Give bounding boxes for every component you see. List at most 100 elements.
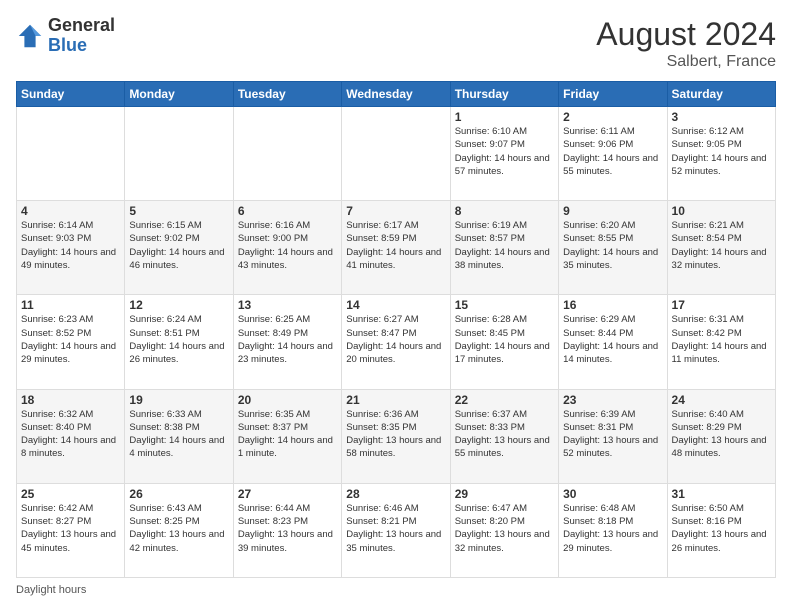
- day-info: Sunrise: 6:23 AM Sunset: 8:52 PM Dayligh…: [21, 313, 120, 366]
- footer-note: Daylight hours: [16, 584, 776, 596]
- day-info: Sunrise: 6:29 AM Sunset: 8:44 PM Dayligh…: [563, 313, 662, 366]
- calendar-week-row: 25Sunrise: 6:42 AM Sunset: 8:27 PM Dayli…: [17, 483, 776, 577]
- day-number: 18: [21, 393, 120, 407]
- calendar-table: SundayMondayTuesdayWednesdayThursdayFrid…: [16, 81, 776, 578]
- calendar-cell: 8Sunrise: 6:19 AM Sunset: 8:57 PM Daylig…: [450, 201, 558, 295]
- logo-blue-text: Blue: [48, 36, 115, 56]
- day-info: Sunrise: 6:15 AM Sunset: 9:02 PM Dayligh…: [129, 219, 228, 272]
- calendar-cell: 25Sunrise: 6:42 AM Sunset: 8:27 PM Dayli…: [17, 483, 125, 577]
- day-number: 17: [672, 298, 771, 312]
- day-number: 1: [455, 110, 554, 124]
- day-info: Sunrise: 6:39 AM Sunset: 8:31 PM Dayligh…: [563, 408, 662, 461]
- calendar-cell: 12Sunrise: 6:24 AM Sunset: 8:51 PM Dayli…: [125, 295, 233, 389]
- day-info: Sunrise: 6:11 AM Sunset: 9:06 PM Dayligh…: [563, 125, 662, 178]
- logo: General Blue: [16, 16, 115, 56]
- day-number: 2: [563, 110, 662, 124]
- day-info: Sunrise: 6:32 AM Sunset: 8:40 PM Dayligh…: [21, 408, 120, 461]
- calendar-cell: 27Sunrise: 6:44 AM Sunset: 8:23 PM Dayli…: [233, 483, 341, 577]
- day-info: Sunrise: 6:42 AM Sunset: 8:27 PM Dayligh…: [21, 502, 120, 555]
- calendar-cell: 5Sunrise: 6:15 AM Sunset: 9:02 PM Daylig…: [125, 201, 233, 295]
- page: General Blue August 2024 Salbert, France…: [0, 0, 792, 612]
- day-info: Sunrise: 6:31 AM Sunset: 8:42 PM Dayligh…: [672, 313, 771, 366]
- day-info: Sunrise: 6:24 AM Sunset: 8:51 PM Dayligh…: [129, 313, 228, 366]
- calendar-cell: 21Sunrise: 6:36 AM Sunset: 8:35 PM Dayli…: [342, 389, 450, 483]
- calendar-day-header: Monday: [125, 82, 233, 107]
- calendar-cell: 9Sunrise: 6:20 AM Sunset: 8:55 PM Daylig…: [559, 201, 667, 295]
- calendar-cell: 30Sunrise: 6:48 AM Sunset: 8:18 PM Dayli…: [559, 483, 667, 577]
- calendar-cell: 16Sunrise: 6:29 AM Sunset: 8:44 PM Dayli…: [559, 295, 667, 389]
- day-info: Sunrise: 6:43 AM Sunset: 8:25 PM Dayligh…: [129, 502, 228, 555]
- day-info: Sunrise: 6:19 AM Sunset: 8:57 PM Dayligh…: [455, 219, 554, 272]
- day-number: 8: [455, 204, 554, 218]
- day-info: Sunrise: 6:35 AM Sunset: 8:37 PM Dayligh…: [238, 408, 337, 461]
- day-info: Sunrise: 6:25 AM Sunset: 8:49 PM Dayligh…: [238, 313, 337, 366]
- calendar-cell: 24Sunrise: 6:40 AM Sunset: 8:29 PM Dayli…: [667, 389, 775, 483]
- calendar-cell: 18Sunrise: 6:32 AM Sunset: 8:40 PM Dayli…: [17, 389, 125, 483]
- day-info: Sunrise: 6:27 AM Sunset: 8:47 PM Dayligh…: [346, 313, 445, 366]
- calendar-week-row: 4Sunrise: 6:14 AM Sunset: 9:03 PM Daylig…: [17, 201, 776, 295]
- day-number: 6: [238, 204, 337, 218]
- day-number: 24: [672, 393, 771, 407]
- day-number: 3: [672, 110, 771, 124]
- day-number: 23: [563, 393, 662, 407]
- day-info: Sunrise: 6:48 AM Sunset: 8:18 PM Dayligh…: [563, 502, 662, 555]
- day-number: 28: [346, 487, 445, 501]
- logo-text: General Blue: [48, 16, 115, 56]
- calendar-cell: [342, 107, 450, 201]
- day-number: 20: [238, 393, 337, 407]
- day-info: Sunrise: 6:28 AM Sunset: 8:45 PM Dayligh…: [455, 313, 554, 366]
- day-number: 30: [563, 487, 662, 501]
- calendar-cell: 23Sunrise: 6:39 AM Sunset: 8:31 PM Dayli…: [559, 389, 667, 483]
- day-info: Sunrise: 6:40 AM Sunset: 8:29 PM Dayligh…: [672, 408, 771, 461]
- calendar-cell: 17Sunrise: 6:31 AM Sunset: 8:42 PM Dayli…: [667, 295, 775, 389]
- calendar-week-row: 11Sunrise: 6:23 AM Sunset: 8:52 PM Dayli…: [17, 295, 776, 389]
- calendar-cell: 26Sunrise: 6:43 AM Sunset: 8:25 PM Dayli…: [125, 483, 233, 577]
- day-number: 19: [129, 393, 228, 407]
- calendar-cell: 2Sunrise: 6:11 AM Sunset: 9:06 PM Daylig…: [559, 107, 667, 201]
- calendar-day-header: Wednesday: [342, 82, 450, 107]
- calendar-cell: 29Sunrise: 6:47 AM Sunset: 8:20 PM Dayli…: [450, 483, 558, 577]
- day-number: 31: [672, 487, 771, 501]
- calendar-header-row: SundayMondayTuesdayWednesdayThursdayFrid…: [17, 82, 776, 107]
- calendar-cell: 14Sunrise: 6:27 AM Sunset: 8:47 PM Dayli…: [342, 295, 450, 389]
- day-number: 22: [455, 393, 554, 407]
- calendar-cell: [17, 107, 125, 201]
- calendar-cell: 3Sunrise: 6:12 AM Sunset: 9:05 PM Daylig…: [667, 107, 775, 201]
- day-number: 14: [346, 298, 445, 312]
- day-number: 16: [563, 298, 662, 312]
- day-number: 4: [21, 204, 120, 218]
- title-block: August 2024 Salbert, France: [596, 16, 776, 71]
- day-info: Sunrise: 6:16 AM Sunset: 9:00 PM Dayligh…: [238, 219, 337, 272]
- calendar-cell: 13Sunrise: 6:25 AM Sunset: 8:49 PM Dayli…: [233, 295, 341, 389]
- calendar-cell: 6Sunrise: 6:16 AM Sunset: 9:00 PM Daylig…: [233, 201, 341, 295]
- calendar-cell: 28Sunrise: 6:46 AM Sunset: 8:21 PM Dayli…: [342, 483, 450, 577]
- calendar-cell: 11Sunrise: 6:23 AM Sunset: 8:52 PM Dayli…: [17, 295, 125, 389]
- calendar-cell: 22Sunrise: 6:37 AM Sunset: 8:33 PM Dayli…: [450, 389, 558, 483]
- day-info: Sunrise: 6:46 AM Sunset: 8:21 PM Dayligh…: [346, 502, 445, 555]
- day-number: 25: [21, 487, 120, 501]
- calendar-day-header: Saturday: [667, 82, 775, 107]
- calendar-cell: [233, 107, 341, 201]
- calendar-cell: 4Sunrise: 6:14 AM Sunset: 9:03 PM Daylig…: [17, 201, 125, 295]
- calendar-day-header: Thursday: [450, 82, 558, 107]
- day-number: 29: [455, 487, 554, 501]
- day-info: Sunrise: 6:33 AM Sunset: 8:38 PM Dayligh…: [129, 408, 228, 461]
- calendar-week-row: 1Sunrise: 6:10 AM Sunset: 9:07 PM Daylig…: [17, 107, 776, 201]
- calendar-cell: [125, 107, 233, 201]
- day-info: Sunrise: 6:36 AM Sunset: 8:35 PM Dayligh…: [346, 408, 445, 461]
- calendar-week-row: 18Sunrise: 6:32 AM Sunset: 8:40 PM Dayli…: [17, 389, 776, 483]
- day-number: 15: [455, 298, 554, 312]
- day-info: Sunrise: 6:47 AM Sunset: 8:20 PM Dayligh…: [455, 502, 554, 555]
- day-number: 26: [129, 487, 228, 501]
- day-number: 12: [129, 298, 228, 312]
- day-info: Sunrise: 6:12 AM Sunset: 9:05 PM Dayligh…: [672, 125, 771, 178]
- calendar-day-header: Sunday: [17, 82, 125, 107]
- day-info: Sunrise: 6:44 AM Sunset: 8:23 PM Dayligh…: [238, 502, 337, 555]
- day-info: Sunrise: 6:14 AM Sunset: 9:03 PM Dayligh…: [21, 219, 120, 272]
- calendar-cell: 15Sunrise: 6:28 AM Sunset: 8:45 PM Dayli…: [450, 295, 558, 389]
- day-info: Sunrise: 6:50 AM Sunset: 8:16 PM Dayligh…: [672, 502, 771, 555]
- page-subtitle: Salbert, France: [596, 53, 776, 71]
- day-info: Sunrise: 6:21 AM Sunset: 8:54 PM Dayligh…: [672, 219, 771, 272]
- page-title: August 2024: [596, 16, 776, 53]
- day-number: 21: [346, 393, 445, 407]
